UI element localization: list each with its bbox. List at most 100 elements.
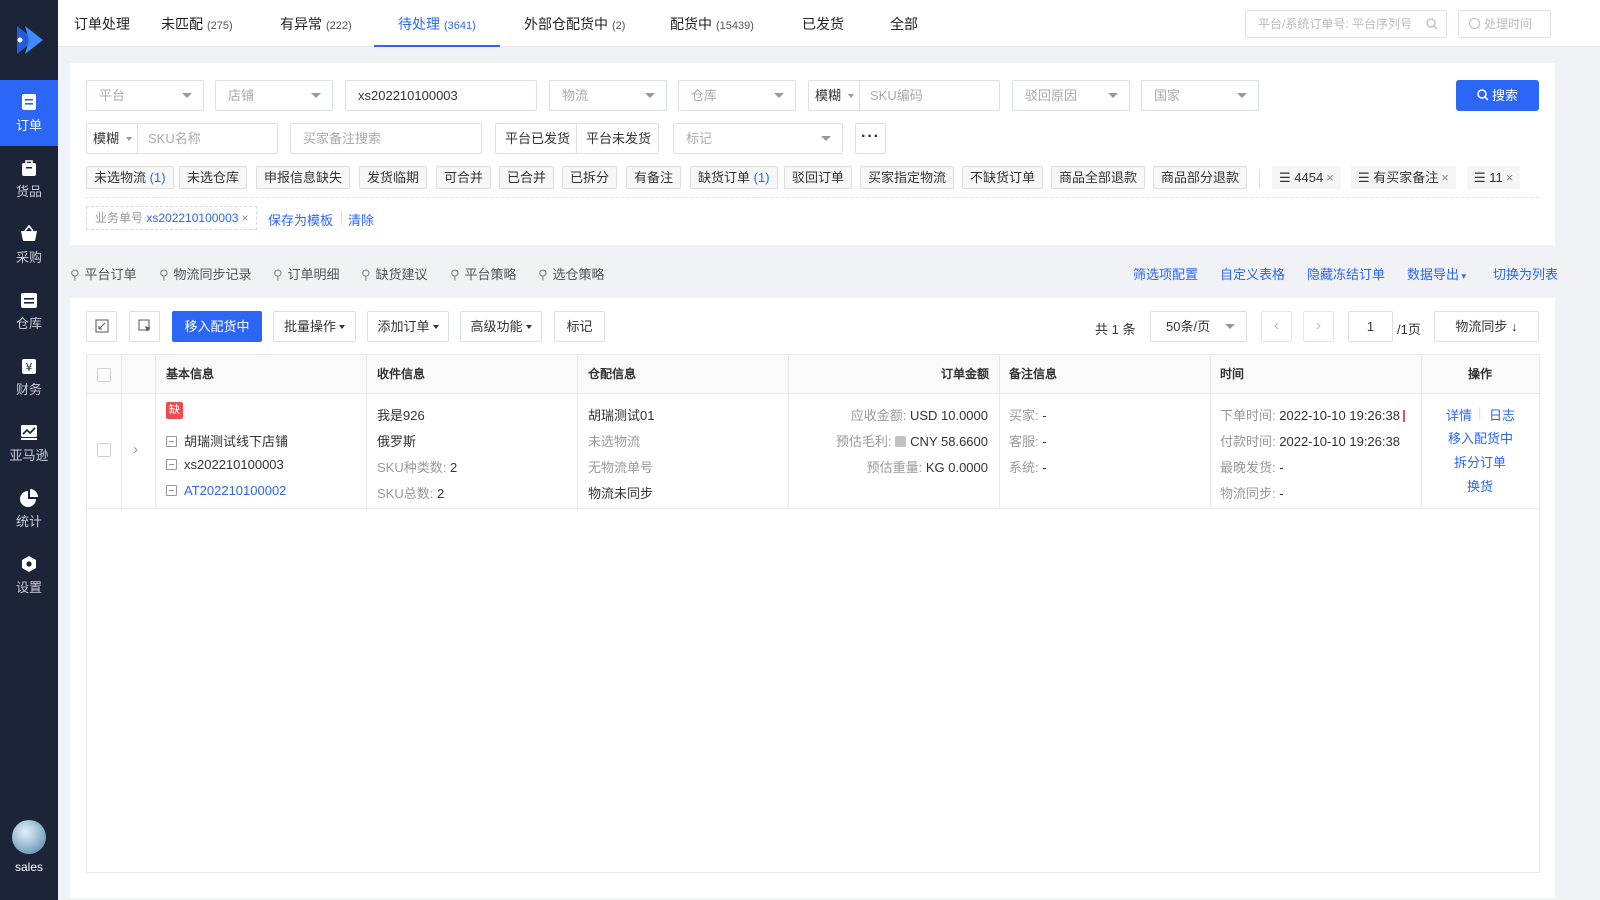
- tab-allocating[interactable]: 配货中 (15439): [670, 0, 754, 47]
- sidebar-item-warehouse[interactable]: 仓库: [0, 278, 58, 344]
- warehouse-select[interactable]: 仓库: [678, 80, 796, 111]
- search-button[interactable]: 搜索: [1456, 80, 1539, 111]
- filter-config-link[interactable]: 筛选项配置: [1133, 264, 1198, 283]
- order-search-input[interactable]: 平台/系统订单号: 平台序列号: [1245, 10, 1447, 38]
- batch-operations-dropdown[interactable]: 批量操作: [273, 311, 356, 342]
- app-logo[interactable]: [0, 0, 58, 80]
- sidebar-item-statistics[interactable]: 统计: [0, 476, 58, 542]
- quick-filter-mergeable[interactable]: 可合并: [436, 166, 492, 189]
- move-to-allocating-link[interactable]: 移入配货中: [1448, 428, 1513, 447]
- platform-unshipped-toggle[interactable]: 平台未发货: [576, 123, 659, 154]
- switch-to-list-link[interactable]: 切换为列表: [1493, 264, 1558, 283]
- system-order-number[interactable]: AT202210100002: [166, 483, 286, 498]
- tab-shipped[interactable]: 已发货: [802, 0, 844, 47]
- close-icon[interactable]: ×: [1326, 170, 1334, 185]
- prev-page-button[interactable]: ‹: [1261, 311, 1292, 342]
- quick-filter-buyer-logistics[interactable]: 买家指定物流: [860, 166, 955, 189]
- match-mode-select[interactable]: 模糊: [809, 81, 861, 110]
- more-filters-button[interactable]: ···: [855, 123, 886, 154]
- platform-shipped-toggle[interactable]: 平台已发货: [495, 123, 577, 154]
- quick-filter-out-of-stock[interactable]: 缺货订单 (1): [690, 166, 778, 189]
- sidebar-item-goods[interactable]: 货品: [0, 146, 58, 212]
- order-number-input[interactable]: xs202210100003: [345, 80, 537, 111]
- select-all-checkbox[interactable]: [97, 368, 111, 382]
- quick-filter-rejected[interactable]: 驳回订单: [784, 166, 853, 189]
- sku-code-input[interactable]: 模糊 SKU编码: [808, 80, 1000, 111]
- add-order-dropdown[interactable]: 添加订单: [367, 311, 449, 342]
- hide-frozen-orders-link[interactable]: 隐藏冻结订单: [1307, 264, 1385, 283]
- quick-filter-partial-refund[interactable]: 商品部分退款: [1153, 166, 1248, 189]
- row-checkbox[interactable]: [97, 443, 111, 457]
- log-link[interactable]: 日志: [1489, 405, 1515, 424]
- tab-abnormal[interactable]: 有异常 (222): [280, 0, 352, 47]
- expand-all-button[interactable]: [86, 311, 117, 342]
- link-platform-strategy[interactable]: ⚲ 平台策略: [450, 264, 517, 283]
- quick-filter-split[interactable]: 已拆分: [562, 166, 618, 189]
- sidebar-item-amazon[interactable]: 亚马逊: [0, 410, 58, 476]
- country-select[interactable]: 国家: [1141, 80, 1259, 111]
- logistics-select[interactable]: 物流: [549, 80, 667, 111]
- divider: [1259, 169, 1260, 187]
- next-page-button[interactable]: ›: [1303, 311, 1334, 342]
- custom-filter-tag[interactable]: ☰ 4454 ×: [1272, 166, 1341, 189]
- save-template-link[interactable]: 保存为模板: [268, 210, 333, 229]
- page-size-select[interactable]: 50条/页: [1150, 311, 1247, 342]
- link-label: 物流同步记录: [173, 267, 252, 282]
- select-icon: [138, 319, 151, 332]
- select-pointer-button[interactable]: [129, 311, 160, 342]
- tab-unmatched[interactable]: 未匹配 (275): [161, 0, 233, 47]
- match-mode-select[interactable]: 模糊: [87, 124, 139, 153]
- user-profile[interactable]: sales: [0, 820, 58, 874]
- link-platform-orders[interactable]: ⚲ 平台订单: [70, 264, 137, 283]
- tab-external-warehouse[interactable]: 外部仓配货中 (2): [524, 0, 625, 47]
- custom-filter-tag[interactable]: ☰ 11 ×: [1467, 166, 1521, 189]
- tab-count: (15439): [716, 20, 754, 32]
- mark-select[interactable]: 标记: [673, 123, 843, 154]
- column-header-notes: 备注信息: [1009, 367, 1058, 381]
- order-number-link[interactable]: AT202210100002: [184, 483, 286, 498]
- reject-reason-select[interactable]: 驳回原因: [1012, 80, 1130, 111]
- sku-name-input[interactable]: 模糊 SKU名称: [86, 123, 278, 154]
- custom-table-link[interactable]: 自定义表格: [1220, 264, 1285, 283]
- exchange-link[interactable]: 换货: [1467, 476, 1493, 495]
- quick-filter-no-logistics[interactable]: 未选物流 (1): [86, 166, 174, 189]
- logistics-sync-button[interactable]: 物流同步 ↓: [1434, 311, 1539, 342]
- tab-all[interactable]: 全部: [890, 0, 918, 47]
- sidebar-item-order[interactable]: 订单: [0, 80, 58, 146]
- quick-filter-merged[interactable]: 已合并: [499, 166, 555, 189]
- details-link[interactable]: 详情: [1446, 405, 1472, 424]
- sidebar-item-finance[interactable]: ¥ 财务: [0, 344, 58, 410]
- buyer-note-search[interactable]: 买家备注搜索: [290, 123, 482, 154]
- link-warehouse-strategy[interactable]: ⚲ 选仓策略: [538, 264, 605, 283]
- divider: [341, 211, 342, 225]
- tag-label: 已合并: [507, 170, 547, 185]
- sidebar-item-settings[interactable]: 设置: [0, 542, 58, 608]
- link-logistics-sync-records[interactable]: ⚲ 物流同步记录: [159, 264, 252, 283]
- quick-filter-ship-deadline[interactable]: 发货临期: [359, 166, 428, 189]
- clear-filters-link[interactable]: 清除: [348, 210, 374, 229]
- split-order-link[interactable]: 拆分订单: [1454, 452, 1506, 471]
- move-to-allocating-button[interactable]: 移入配货中: [172, 311, 262, 342]
- quick-filter-has-note[interactable]: 有备注: [626, 166, 682, 189]
- store-select[interactable]: 店铺: [215, 80, 333, 111]
- close-icon[interactable]: ×: [1441, 170, 1449, 185]
- advanced-features-dropdown[interactable]: 高级功能: [460, 311, 542, 342]
- close-icon[interactable]: ×: [241, 211, 248, 225]
- mark-button[interactable]: 标记: [554, 311, 605, 342]
- platform-select[interactable]: 平台: [86, 80, 204, 111]
- quick-filter-no-warehouse[interactable]: 未选仓库: [179, 166, 248, 189]
- tab-pending[interactable]: 待处理 (3641): [374, 0, 500, 47]
- close-icon[interactable]: ×: [1506, 170, 1514, 185]
- link-order-details[interactable]: ⚲ 订单明细: [273, 264, 340, 283]
- data-export-dropdown[interactable]: 数据导出 ▾: [1407, 264, 1466, 283]
- process-time-picker[interactable]: 处理时间: [1458, 10, 1551, 38]
- active-filter-business-id[interactable]: 业务单号 xs202210100003 ×: [86, 206, 258, 230]
- link-stock-suggestion[interactable]: ⚲ 缺货建议: [361, 264, 428, 283]
- quick-filter-in-stock[interactable]: 不缺货订单: [962, 166, 1044, 189]
- page-number-input[interactable]: 1: [1348, 311, 1393, 342]
- expand-row-icon[interactable]: ›: [133, 441, 138, 458]
- quick-filter-full-refund[interactable]: 商品全部退款: [1051, 166, 1146, 189]
- sidebar-item-purchase[interactable]: 采购: [0, 212, 58, 278]
- quick-filter-declaration-missing[interactable]: 申报信息缺失: [256, 166, 351, 189]
- custom-filter-tag[interactable]: ☰ 有买家备注 ×: [1351, 166, 1456, 189]
